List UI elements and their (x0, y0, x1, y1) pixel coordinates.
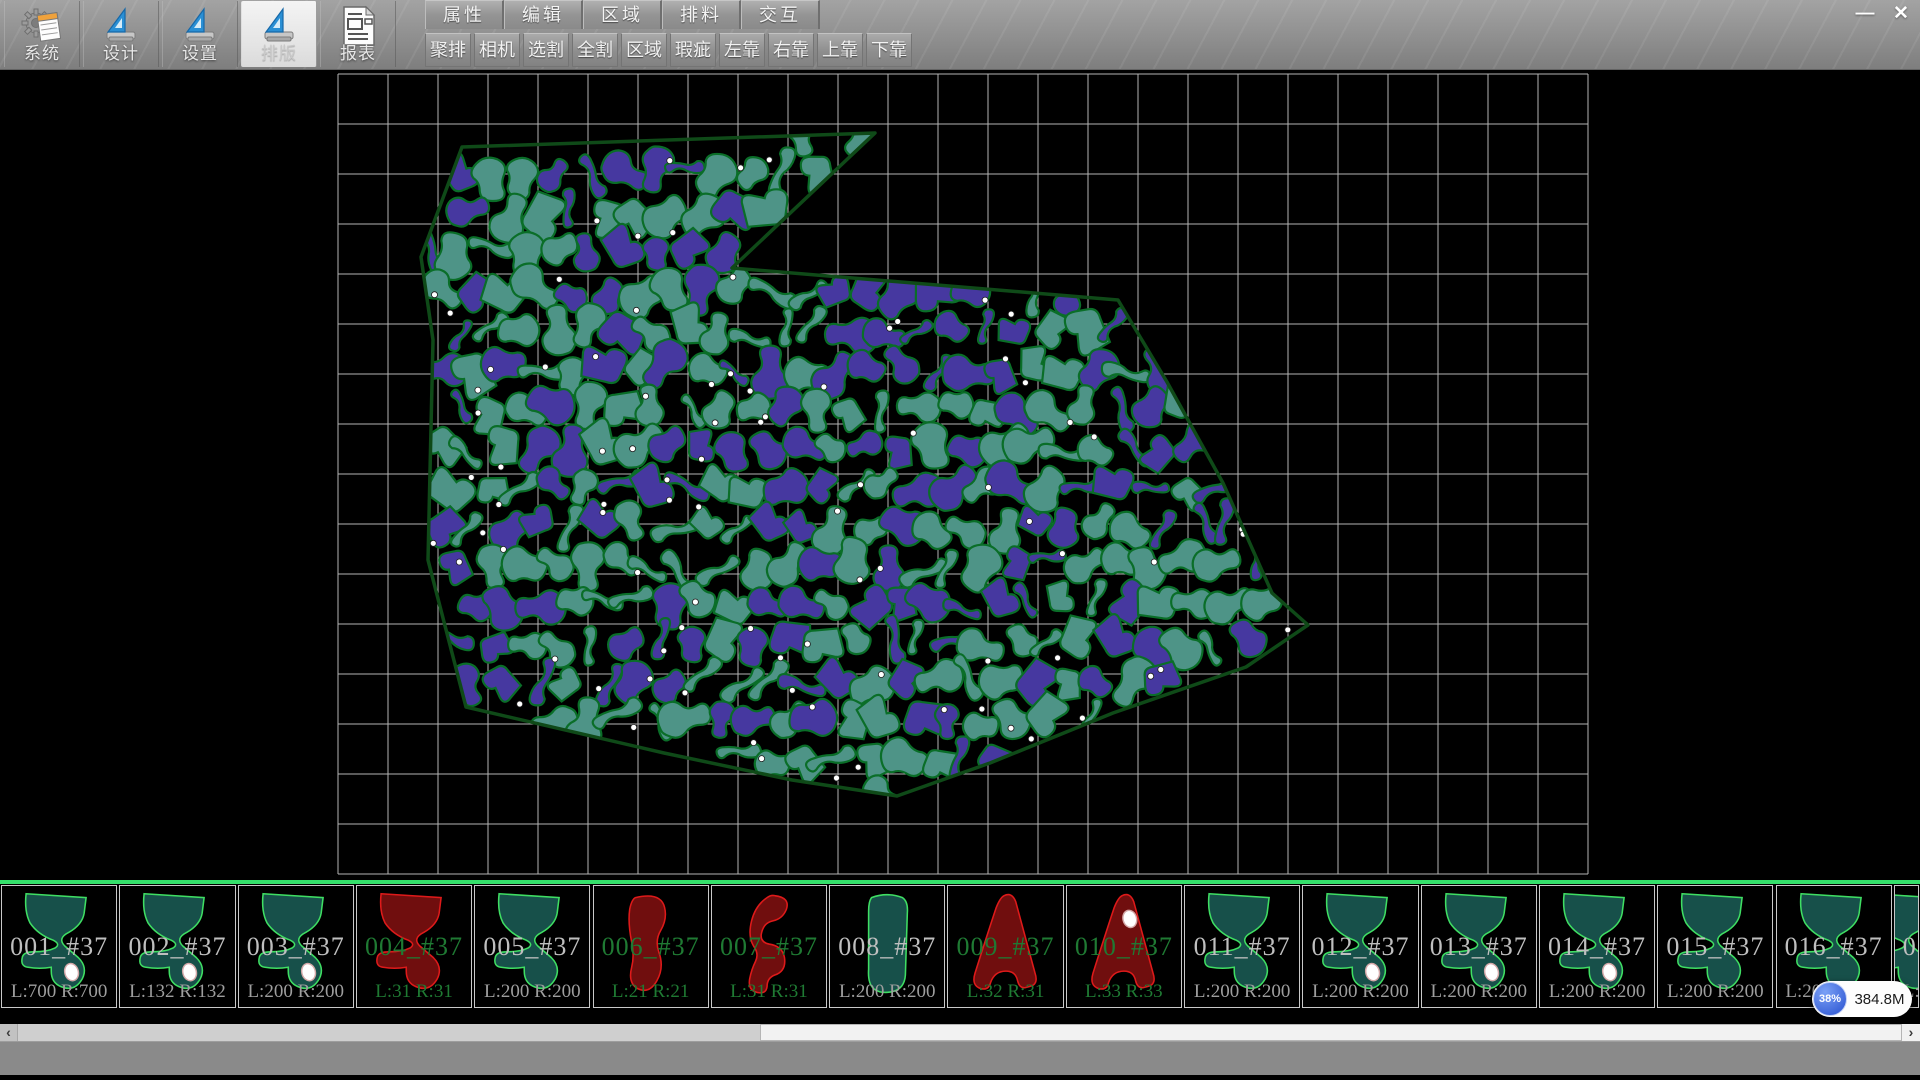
status-bar (0, 1041, 1920, 1075)
part-id-label: 012_#37 (1303, 932, 1417, 962)
menu-tab-bar: 属性编辑区域排料交互 (425, 0, 820, 29)
part-id-label: 007_#37 (712, 932, 826, 962)
part-thumbnail-13[interactable]: 013_#37 L:200 R:200 (1421, 885, 1537, 1008)
part-thumbnail-3[interactable]: 003_#37 L:200 R:200 (238, 885, 354, 1008)
part-thumbnail-14[interactable]: 014_#37 L:200 R:200 (1539, 885, 1655, 1008)
tool-button-3[interactable]: 选割 (523, 33, 569, 67)
nesting-canvas[interactable] (0, 70, 1920, 880)
app-button-label: 设计 (84, 45, 158, 63)
scroll-right-button[interactable]: › (1902, 1024, 1920, 1041)
part-thumbnail-15[interactable]: 015_#37 L:200 R:200 (1657, 885, 1773, 1008)
part-id-label: 016_#37 (1777, 932, 1891, 962)
part-thumbnail-9[interactable]: 009_#37 L:32 R:31 (947, 885, 1063, 1008)
part-thumbnail-11[interactable]: 011_#37 L:200 R:200 (1184, 885, 1300, 1008)
horizontal-scrollbar[interactable]: ‹ › (0, 1024, 1920, 1041)
menu-tab-5[interactable]: 交互 (741, 0, 820, 29)
system-icon (5, 1, 79, 45)
app-button-1[interactable]: 系统 (4, 1, 80, 67)
part-lr-label: L:200 R:200 (830, 981, 944, 1003)
menu-tab-2[interactable]: 编辑 (504, 0, 583, 29)
part-id-label: 001_#37 (2, 932, 116, 962)
part-thumbnail-1[interactable]: 001_#37 L:700 R:700 (1, 885, 117, 1008)
part-lr-label: L:200 R:200 (1540, 981, 1654, 1003)
tool-button-10[interactable]: 下靠 (866, 33, 912, 67)
part-thumbnail-6[interactable]: 006_#37 L:21 R:21 (593, 885, 709, 1008)
app-button-5[interactable]: 报表 (320, 1, 396, 67)
tool-button-1[interactable]: 聚排 (425, 33, 471, 67)
app-button-label: 报表 (321, 45, 395, 63)
menu-tab-4[interactable]: 排料 (662, 0, 741, 29)
progress-percent: 38% (1819, 993, 1841, 1005)
minimize-button[interactable]: — (1852, 2, 1878, 26)
part-thumbnail-7[interactable]: 007_#37 L:31 R:31 (711, 885, 827, 1008)
part-thumbnail-10[interactable]: 010_#37 L:33 R:33 (1066, 885, 1182, 1008)
progress-circle: 38% (1813, 982, 1847, 1016)
app-button-4[interactable]: 排版 (241, 1, 317, 67)
settings-icon (163, 1, 237, 45)
part-id-label: 014_#37 (1540, 932, 1654, 962)
part-lr-label: L:31 R:31 (712, 981, 826, 1003)
part-id-label: 013_#37 (1422, 932, 1536, 962)
parts-strip: 001_#37 L:700 R:700002_#37 L:132 R:132003_… (0, 884, 1920, 1010)
app-button-3[interactable]: 设置 (162, 1, 238, 67)
layout-icon (242, 1, 316, 45)
app-button-2[interactable]: 设计 (83, 1, 159, 67)
tool-button-9[interactable]: 上靠 (817, 33, 863, 67)
memory-usage: 384.8M (1847, 991, 1912, 1008)
window-controls: — ✕ (1852, 2, 1914, 26)
part-lr-label: L:33 R:33 (1067, 981, 1181, 1003)
part-lr-label: L:200 R:200 (1658, 981, 1772, 1003)
part-lr-label: L:200 R:200 (1185, 981, 1299, 1003)
tool-button-2[interactable]: 相机 (474, 33, 520, 67)
menu-tab-3[interactable]: 区域 (583, 0, 662, 29)
app-button-label: 系统 (5, 45, 79, 63)
part-id-label: 009_#37 (948, 932, 1062, 962)
part-thumbnail-2[interactable]: 002_#37 L:132 R:132 (119, 885, 235, 1008)
menu-tab-1[interactable]: 属性 (425, 0, 504, 29)
toolbar: 系统 设计 设置 排版 报表 属性编辑区域排料交互 聚 (0, 0, 1920, 70)
part-lr-label: L:200 R:200 (1422, 981, 1536, 1003)
app-button-label: 排版 (242, 45, 316, 63)
app-button-label: 设置 (163, 45, 237, 63)
part-id-label: 0 (1895, 932, 1918, 962)
tool-button-5[interactable]: 区域 (621, 33, 667, 67)
design-icon (84, 1, 158, 45)
tool-button-row: 聚排相机选割全割区域瑕疵左靠右靠上靠下靠 (425, 31, 915, 68)
tool-button-6[interactable]: 瑕疵 (670, 33, 716, 67)
part-lr-label: L:200 R:200 (1303, 981, 1417, 1003)
nesting-drawing (0, 70, 1920, 880)
app-mode-buttons: 系统 设计 设置 排版 报表 (4, 1, 399, 67)
part-lr-label: L:21 R:21 (594, 981, 708, 1003)
scroll-left-button[interactable]: ‹ (0, 1024, 18, 1041)
part-lr-label: L:31 R:31 (357, 981, 471, 1003)
part-thumbnail-12[interactable]: 012_#37 L:200 R:200 (1302, 885, 1418, 1008)
part-id-label: 002_#37 (120, 932, 234, 962)
part-lr-label: L:32 R:31 (948, 981, 1062, 1003)
part-id-label: 005_#37 (475, 932, 589, 962)
part-lr-label: L:200 R:200 (239, 981, 353, 1003)
part-id-label: 003_#37 (239, 932, 353, 962)
part-thumbnail-4[interactable]: 004_#37 L:31 R:31 (356, 885, 472, 1008)
part-id-label: 011_#37 (1185, 932, 1299, 962)
progress-badge: 38% 384.8M (1812, 981, 1912, 1017)
part-id-label: 006_#37 (594, 932, 708, 962)
scroll-thumb[interactable] (760, 1024, 1902, 1041)
part-lr-label: L:200 R:200 (475, 981, 589, 1003)
part-id-label: 008_#37 (830, 932, 944, 962)
part-lr-label: L:700 R:700 (2, 981, 116, 1003)
part-thumbnail-8[interactable]: 008_#37 L:200 R:200 (829, 885, 945, 1008)
tool-button-7[interactable]: 左靠 (719, 33, 765, 67)
part-id-label: 010_#37 (1067, 932, 1181, 962)
part-thumbnail-5[interactable]: 005_#37 L:200 R:200 (474, 885, 590, 1008)
part-id-label: 004_#37 (357, 932, 471, 962)
tool-button-8[interactable]: 右靠 (768, 33, 814, 67)
close-button[interactable]: ✕ (1888, 2, 1914, 26)
part-lr-label: L:132 R:132 (120, 981, 234, 1003)
report-icon (321, 1, 395, 45)
part-id-label: 015_#37 (1658, 932, 1772, 962)
tool-button-4[interactable]: 全割 (572, 33, 618, 67)
